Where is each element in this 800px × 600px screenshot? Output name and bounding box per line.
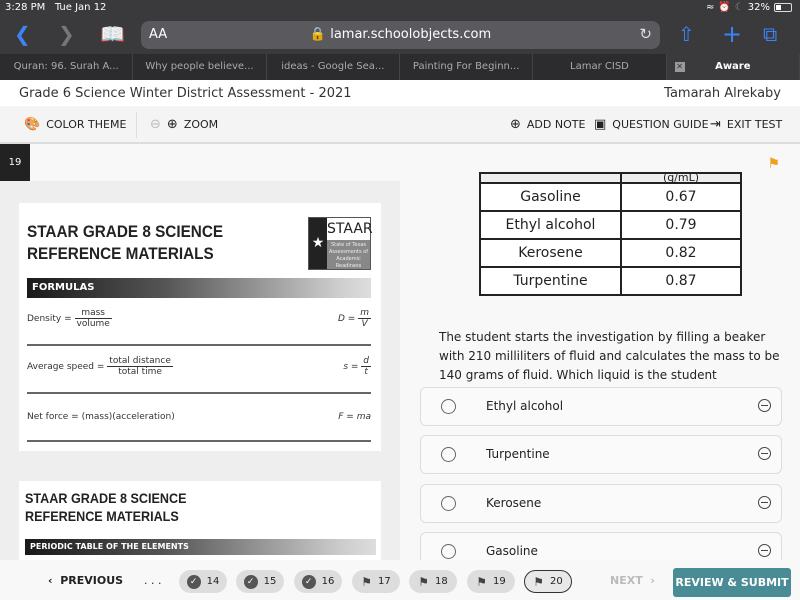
page-17[interactable]: ⚑ 17 <box>352 570 400 593</box>
url-text: lamar.schoolobjects.com <box>330 27 492 42</box>
previous-button[interactable]: ‹ PREVIOUS <box>48 574 123 587</box>
alarm-icon: ⏰ <box>718 2 731 13</box>
app-toolbar: 🎨 COLOR THEME ⊖ ⊕ ZOOM ⊕ ADD NOTE ▣ QUES… <box>0 106 800 144</box>
reference-title: STAAR GRADE 8 SCIENCE REFERENCE MATERIALS <box>27 222 224 263</box>
eliminate-icon[interactable] <box>758 399 771 412</box>
moon-icon: ☾ <box>734 2 744 13</box>
question-number: 19 <box>0 144 30 181</box>
flag-icon: ⚑ <box>533 574 545 589</box>
status-time: 3:28 PM <box>5 2 46 13</box>
status-date: Tue Jan 12 <box>54 2 107 13</box>
page-18[interactable]: ⚑ 18 <box>409 570 457 593</box>
bookmarks-icon[interactable]: 📖 <box>100 23 125 45</box>
page-20[interactable]: ⚑ 20 <box>524 570 572 593</box>
eliminate-icon[interactable] <box>758 447 771 460</box>
battery-percent: 32% <box>747 2 770 13</box>
toolbar-divider <box>136 112 137 138</box>
plus-circle-icon: ⊕ <box>510 117 521 132</box>
color-theme-button[interactable]: 🎨 COLOR THEME <box>24 117 126 132</box>
answer-choice-a[interactable]: Ethyl alcohol <box>420 387 782 426</box>
table-row: Turpentine 0.87 <box>479 266 742 296</box>
review-submit-button[interactable]: REVIEW & SUBMIT <box>673 568 791 597</box>
flag-icon: ⚑ <box>476 574 488 589</box>
eliminate-icon[interactable] <box>758 544 771 557</box>
chevron-left-icon: ‹ <box>48 574 53 587</box>
tab-ideas[interactable]: ideas - Google Sea... <box>267 54 400 80</box>
flag-icon: ⚑ <box>418 574 430 589</box>
density-table: (g/mL) Gasoline 0.67 Ethyl alcohol 0.79 Ke… <box>479 172 742 296</box>
reference-card-periodic: STAAR GRADE 8 SCIENCE REFERENCE MATERIALS… <box>19 481 381 560</box>
exit-icon: ⇥ <box>710 117 721 132</box>
browser-toolbar: ❮ ❯ 📖 AA 🔒 lamar.schoolobjects.com ↻ ⇧ +… <box>0 17 800 54</box>
chevron-right-icon: › <box>650 574 655 587</box>
zoom-out-icon[interactable]: ⊖ <box>150 117 161 132</box>
question-guide-button[interactable]: ▣ QUESTION GUIDE <box>594 117 709 132</box>
tab-why-people[interactable]: Why people believe... <box>133 54 267 80</box>
reference-title-2: STAAR GRADE 8 SCIENCE REFERENCE MATERIALS <box>25 490 187 524</box>
tab-quran[interactable]: Quran: 96. Surah A... <box>0 54 134 80</box>
formula-density: Density = mass volume D = mV <box>27 298 371 346</box>
table-row: Kerosene 0.82 <box>479 238 742 268</box>
back-icon[interactable]: ❮ <box>14 23 31 45</box>
wifi-icon: ≈ <box>705 2 715 13</box>
table-row: Ethyl alcohol 0.79 <box>479 210 742 240</box>
browser-tabs: Quran: 96. Surah A... Why people believe… <box>0 54 800 80</box>
exit-test-button[interactable]: ⇥ EXIT TEST <box>710 117 782 132</box>
forward-icon[interactable]: ❯ <box>58 23 75 45</box>
reference-pane[interactable]: STAAR GRADE 8 SCIENCE REFERENCE MATERIALS… <box>0 181 400 560</box>
share-icon[interactable]: ⇧ <box>678 23 695 45</box>
radio-button[interactable] <box>441 399 456 414</box>
star-icon: ★ <box>309 218 327 269</box>
periodic-table-header: PERIODIC TABLE OF THE ELEMENTS <box>25 539 376 555</box>
answer-choice-c[interactable]: Kerosene <box>420 484 782 523</box>
answer-choice-d[interactable]: Gasoline <box>420 532 782 560</box>
status-bar: 3:28 PM Tue Jan 12 ≈ ⏰ ☾ 32% <box>0 0 800 17</box>
next-button[interactable]: NEXT › <box>610 574 655 587</box>
staar-logo: ★ STAAR State of Texas Assessments of Ac… <box>308 217 373 270</box>
page-15[interactable]: ✓ 15 <box>236 570 284 593</box>
tab-lamar-cisd[interactable]: Lamar CISD <box>533 54 667 80</box>
page-14[interactable]: ✓ 14 <box>179 570 227 593</box>
flag-icon[interactable]: ⚑ <box>767 156 780 172</box>
page-19[interactable]: ⚑ 19 <box>467 570 515 593</box>
table-header-row: (g/mL) <box>479 172 742 184</box>
eliminate-icon[interactable] <box>758 496 771 509</box>
flag-icon: ⚑ <box>361 574 373 589</box>
tab-painting[interactable]: Painting For Beginn... <box>400 54 534 80</box>
table-row: Gasoline 0.67 <box>479 182 742 212</box>
more-pages[interactable]: . . . <box>144 574 161 587</box>
zoom-in-icon[interactable]: ⊕ <box>167 117 178 132</box>
app-header: Grade 6 Science Winter District Assessme… <box>0 80 800 106</box>
radio-button[interactable] <box>441 447 456 462</box>
battery-icon <box>774 3 792 12</box>
radio-button[interactable] <box>441 544 456 559</box>
question-pane[interactable]: ⚑ (g/mL) Gasoline 0.67 Ethyl alcohol 0.79 … <box>400 144 800 560</box>
formula-net-force: Net force = (mass)(acceleration) F = ma <box>27 394 371 442</box>
check-icon: ✓ <box>243 574 258 589</box>
formula-average-speed: Average speed = total distance total time… <box>27 346 371 394</box>
address-bar[interactable]: AA 🔒 lamar.schoolobjects.com ↻ <box>141 21 660 49</box>
reference-card-formulas: STAAR GRADE 8 SCIENCE REFERENCE MATERIALS… <box>19 203 381 451</box>
user-name: Tamarah Alrekaby <box>664 86 781 101</box>
check-icon: ✓ <box>186 574 201 589</box>
assessment-title: Grade 6 Science Winter District Assessme… <box>19 86 352 101</box>
radio-button[interactable] <box>441 496 456 511</box>
palette-icon: 🎨 <box>24 117 41 132</box>
zoom-label: ZOOM <box>183 118 219 131</box>
answer-choice-b[interactable]: Turpentine <box>420 435 782 474</box>
tabs-overview-icon[interactable]: ⧉ <box>763 23 777 45</box>
reload-icon[interactable]: ↻ <box>639 25 652 43</box>
add-note-button[interactable]: ⊕ ADD NOTE <box>510 117 585 132</box>
tab-aware[interactable]: ✕ Aware <box>666 54 800 80</box>
check-icon: ✓ <box>301 574 316 589</box>
lock-icon: 🔒 <box>309 27 327 42</box>
close-tab-icon[interactable]: ✕ <box>674 62 685 72</box>
question-navigation: ‹ PREVIOUS . . . ✓ 14 ✓ 15 ✓ 16 ⚑ 17 ⚑ 18 ⚑ 19… <box>0 560 800 600</box>
formulas-header: FORMULAS <box>27 278 371 298</box>
page-16[interactable]: ✓ 16 <box>294 570 342 593</box>
guide-icon: ▣ <box>594 117 607 132</box>
new-tab-icon[interactable]: + <box>722 22 742 46</box>
